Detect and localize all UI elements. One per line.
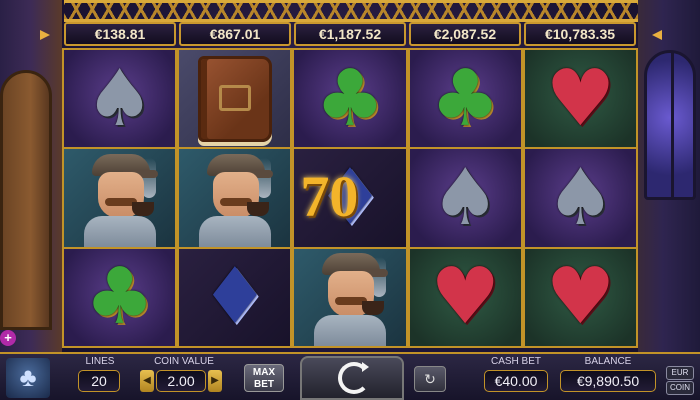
reel-cell: ♥ xyxy=(524,50,637,148)
reel-3: ♣ ♦ 70 xyxy=(294,50,406,346)
max-bet-button[interactable]: MAX BET xyxy=(244,364,284,392)
reel-cell xyxy=(294,248,406,346)
jackpot-4: €2,087.52 xyxy=(409,22,521,46)
detective-symbol-icon xyxy=(187,150,283,247)
spade-symbol-icon: ♠ xyxy=(80,59,160,139)
reel-cell: ♦ 70 xyxy=(294,149,406,247)
heart-symbol-icon: ♥ xyxy=(540,257,620,337)
spade-symbol-icon: ♠ xyxy=(540,158,620,238)
reel-cell xyxy=(179,149,291,247)
book-symbol-icon xyxy=(197,55,272,142)
spade-symbol-icon: ♠ xyxy=(425,158,505,238)
autoplay-button[interactable]: ↻ xyxy=(414,366,446,392)
jackpot-2: €867.01 xyxy=(179,22,291,46)
detective-body xyxy=(83,215,156,247)
club-symbol-icon: ♣ xyxy=(310,59,390,139)
cash-bet-field: €40.00 xyxy=(484,370,548,392)
diamond-symbol-icon: ♦ xyxy=(195,257,275,337)
heart-symbol-icon: ♥ xyxy=(540,59,620,139)
plus-icon[interactable]: + xyxy=(0,330,16,346)
lines-field[interactable]: 20 xyxy=(78,370,120,392)
detective-symbol-icon xyxy=(302,249,398,346)
club-glyph: ♣ xyxy=(315,53,385,144)
jackpot-5: €10,783.35 xyxy=(524,22,636,46)
arrow-head-icon xyxy=(362,362,369,372)
spade-glyph: ♠ xyxy=(545,152,616,243)
reel-cell: ♠ xyxy=(524,149,637,247)
coin-increase-button[interactable]: ▶ xyxy=(208,370,222,392)
detective-pipe xyxy=(246,201,269,216)
detective-pipe xyxy=(131,201,154,216)
gold-truss xyxy=(64,0,638,22)
detective-body xyxy=(198,215,271,247)
coin-value-field[interactable]: 2.00 xyxy=(156,370,206,392)
detective-pipe xyxy=(362,301,384,316)
spade-glyph: ♠ xyxy=(84,53,155,144)
heart-glyph: ♥ xyxy=(545,53,616,144)
reel-cell xyxy=(179,50,291,148)
reel-cell: ♦ xyxy=(179,248,291,346)
tree-logo-icon: ♣ xyxy=(6,358,50,398)
right-arrow-icon xyxy=(652,30,662,40)
win-amount: 70 xyxy=(300,164,359,230)
currency-toggle[interactable]: EUR xyxy=(666,366,694,380)
club-glyph: ♣ xyxy=(430,53,501,144)
detective-symbol-icon xyxy=(72,150,168,247)
heart-glyph: ♥ xyxy=(545,252,616,343)
balance-field: €9,890.50 xyxy=(560,370,656,392)
club-symbol-icon: ♣ xyxy=(425,59,505,139)
wooden-door xyxy=(0,70,52,330)
reel-cell: ♣ xyxy=(64,248,176,346)
reel-5: ♥ ♠ ♥ xyxy=(524,50,637,346)
lines-label: LINES xyxy=(85,356,115,367)
reel-cell: ♥ xyxy=(524,248,637,346)
reel-grid: ♠ ♣ ♦ ♣ ♦ 70 ♣ ♠ ♥ ♥ ♠ ♥ xyxy=(62,48,638,348)
cash-bet-label: CASH BET xyxy=(490,356,541,367)
jackpot-1: €138.81 xyxy=(64,22,176,46)
jackpot-bar: €138.81 €867.01 €1,187.52 €2,087.52 €10,… xyxy=(40,0,662,46)
left-scenery xyxy=(0,0,62,352)
balance-label: BALANCE xyxy=(584,356,632,367)
jackpot-3: €1,187.52 xyxy=(294,22,406,46)
coin-value-label: COIN VALUE xyxy=(154,356,214,367)
reel-cell: ♣ xyxy=(409,50,521,148)
heart-glyph: ♥ xyxy=(430,252,501,343)
reel-cell: ♠ xyxy=(64,50,176,148)
reel-1: ♠ ♣ xyxy=(64,50,176,346)
slot-game: €138.81 €867.01 €1,187.52 €2,087.52 €10,… xyxy=(0,0,700,400)
arched-window xyxy=(644,50,696,200)
spin-button[interactable] xyxy=(300,356,404,400)
autoplay-icon: ↻ xyxy=(424,371,436,387)
reel-cell xyxy=(64,149,176,247)
left-arrow-icon xyxy=(40,30,50,40)
club-symbol-icon: ♣ xyxy=(80,257,160,337)
heart-symbol-icon: ♥ xyxy=(425,257,505,337)
spade-glyph: ♠ xyxy=(430,152,501,243)
reel-4: ♣ ♠ ♥ xyxy=(409,50,521,346)
reel-cell: ♠ xyxy=(409,149,521,247)
coin-toggle[interactable]: COIN xyxy=(666,381,694,395)
club-glyph: ♣ xyxy=(84,252,155,343)
detective-body xyxy=(314,315,386,346)
coin-decrease-button[interactable]: ◀ xyxy=(140,370,154,392)
right-scenery xyxy=(638,0,700,352)
reel-cell: ♥ xyxy=(409,248,521,346)
reel-cell: ♣ xyxy=(294,50,406,148)
reel-2: ♦ xyxy=(179,50,291,346)
diamond-glyph: ♦ xyxy=(199,252,270,343)
